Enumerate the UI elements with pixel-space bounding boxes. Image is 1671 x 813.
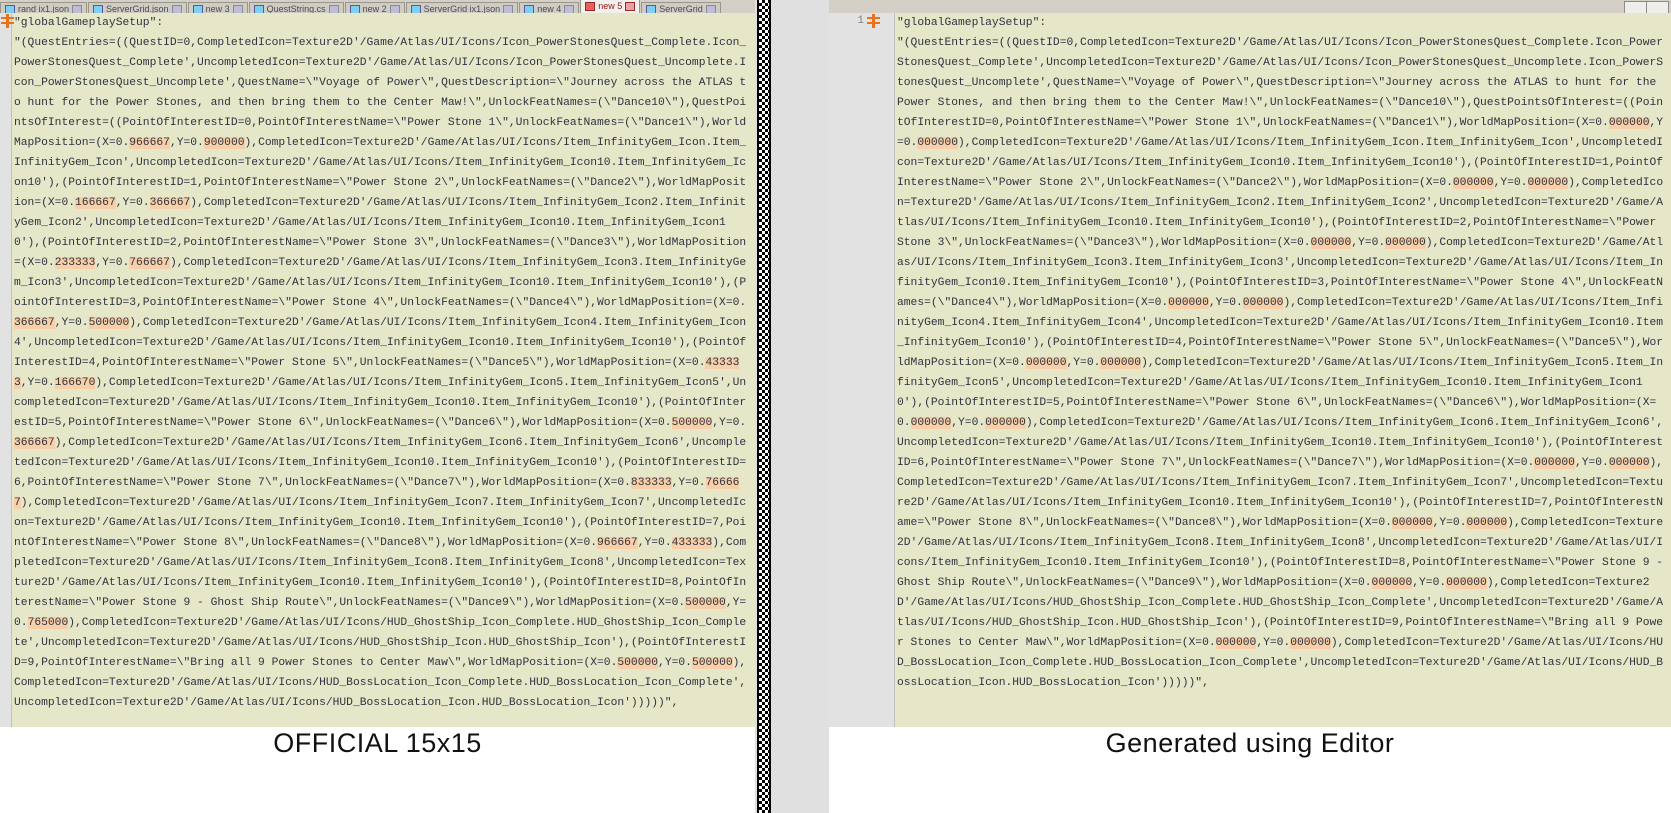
- highlighted-value: 433333: [671, 537, 713, 549]
- code-text: ,Y=0.: [712, 417, 747, 429]
- tab-bar-controls[interactable]: [1624, 1, 1669, 13]
- editor-pane-right[interactable]: 1 "globalGameplaySetup": "(QuestEntries=…: [829, 13, 1671, 727]
- highlighted-value: 000000: [1391, 517, 1433, 529]
- highlighted-value: 000000: [1608, 117, 1650, 129]
- code-text: ,Y=0.: [1208, 297, 1243, 309]
- highlighted-value: 366667: [14, 437, 55, 449]
- highlighted-value: 000000: [1310, 237, 1352, 249]
- highlighted-value: 000000: [1608, 457, 1650, 469]
- highlighted-value: 000000: [1385, 237, 1426, 249]
- highlighted-value: 966667: [597, 537, 638, 549]
- highlighted-value: 000000: [1290, 637, 1331, 649]
- editor-tab-label: new 5: [598, 1, 623, 11]
- fold-marker-icon[interactable]: [867, 14, 880, 28]
- code-text: ,Y=0.: [1351, 237, 1386, 249]
- highlighted-value: 366667: [149, 197, 191, 209]
- highlighted-value: 000000: [1534, 457, 1575, 469]
- highlighted-value: 000000: [1025, 357, 1067, 369]
- highlighted-value: 900000: [203, 137, 245, 149]
- highlighted-value: 000000: [1527, 177, 1569, 189]
- code-text: ,Y=0.: [1412, 577, 1447, 589]
- highlighted-value: 000000: [1242, 297, 1284, 309]
- caption-left: OFFICIAL 15x15: [273, 728, 482, 758]
- left-pane-code[interactable]: "globalGameplaySetup": "(QuestEntries=((…: [14, 13, 752, 713]
- close-icon[interactable]: [625, 1, 636, 11]
- fold-marker-icon[interactable]: [1, 14, 14, 28]
- code-text: ,Y=0.: [658, 657, 692, 669]
- highlighted-value: 000000: [910, 417, 952, 429]
- highlighted-value: 833333: [630, 477, 672, 489]
- highlighted-value: 000000: [1371, 577, 1413, 589]
- right-pane-code[interactable]: "globalGameplaySetup": "(QuestEntries=((…: [897, 13, 1667, 693]
- right-pane-gutter[interactable]: 1: [829, 13, 895, 727]
- checker-strip: [757, 0, 771, 813]
- code-text: "(QuestEntries=((QuestID=0,CompletedIcon…: [14, 37, 747, 149]
- highlighted-value: 166670: [54, 377, 96, 389]
- highlighted-value: 000000: [1466, 517, 1508, 529]
- highlighted-value: 500000: [691, 657, 733, 669]
- highlighted-value: 500000: [88, 317, 130, 329]
- highlighted-value: 000000: [985, 417, 1026, 429]
- highlighted-value: 166667: [75, 197, 116, 209]
- highlighted-value: 000000: [1446, 577, 1487, 589]
- highlighted-value: 000000: [1100, 357, 1142, 369]
- code-text: ,Y=0.: [671, 477, 706, 489]
- editor-tab-7[interactable]: new 5: [580, 0, 641, 13]
- code-text: "globalGameplaySetup":: [14, 17, 164, 29]
- code-text: ,Y=0.: [951, 417, 986, 429]
- code-text: ,Y=0.: [1066, 357, 1101, 369]
- highlighted-value: 000000: [917, 137, 959, 149]
- left-pane-gutter[interactable]: [0, 13, 14, 727]
- highlighted-value: 366667: [14, 317, 55, 329]
- code-text: ,Y=0.: [1493, 177, 1528, 189]
- code-text: ,Y=0.: [95, 257, 130, 269]
- comparison-divider: [755, 0, 829, 813]
- highlighted-value: 766667: [129, 257, 170, 269]
- code-text: ,Y=0.: [1432, 517, 1467, 529]
- highlighted-value: 233333: [54, 257, 96, 269]
- highlighted-value: 000000: [1452, 177, 1494, 189]
- code-text: ,Y=0.: [169, 137, 204, 149]
- code-text: ,Y=0.: [1256, 637, 1291, 649]
- highlighted-value: 500000: [617, 657, 659, 669]
- highlighted-value: 500000: [671, 417, 713, 429]
- code-text: ,Y=0.: [20, 377, 55, 389]
- highlighted-value: 000000: [1168, 297, 1209, 309]
- code-text: ,Y=0.: [1574, 457, 1609, 469]
- caption-right: Generated using Editor: [1105, 728, 1395, 758]
- editor-pane-left[interactable]: "globalGameplaySetup": "(QuestEntries=((…: [0, 13, 755, 727]
- highlighted-value: 966667: [129, 137, 170, 149]
- line-number: 1: [857, 15, 864, 27]
- code-text: ,Y=0.: [637, 537, 672, 549]
- code-text: ),CompletedIcon=Texture2D'/Game/Atlas/UI…: [14, 377, 747, 429]
- code-text: ,Y=0.: [115, 197, 150, 209]
- editor-tab-bar[interactable]: rand ix1.json ServerGrid.json new 3 QuestSt…: [0, 0, 1671, 14]
- code-text: "globalGameplaySetup":: [897, 17, 1047, 29]
- highlighted-value: 000000: [1215, 637, 1257, 649]
- code-text: ,Y=0.: [54, 317, 89, 329]
- file-icon: [585, 1, 596, 11]
- highlighted-value: 765000: [27, 617, 69, 629]
- highlighted-value: 500000: [685, 597, 726, 609]
- code-text: "(QuestEntries=((QuestID=0,CompletedIcon…: [897, 37, 1664, 129]
